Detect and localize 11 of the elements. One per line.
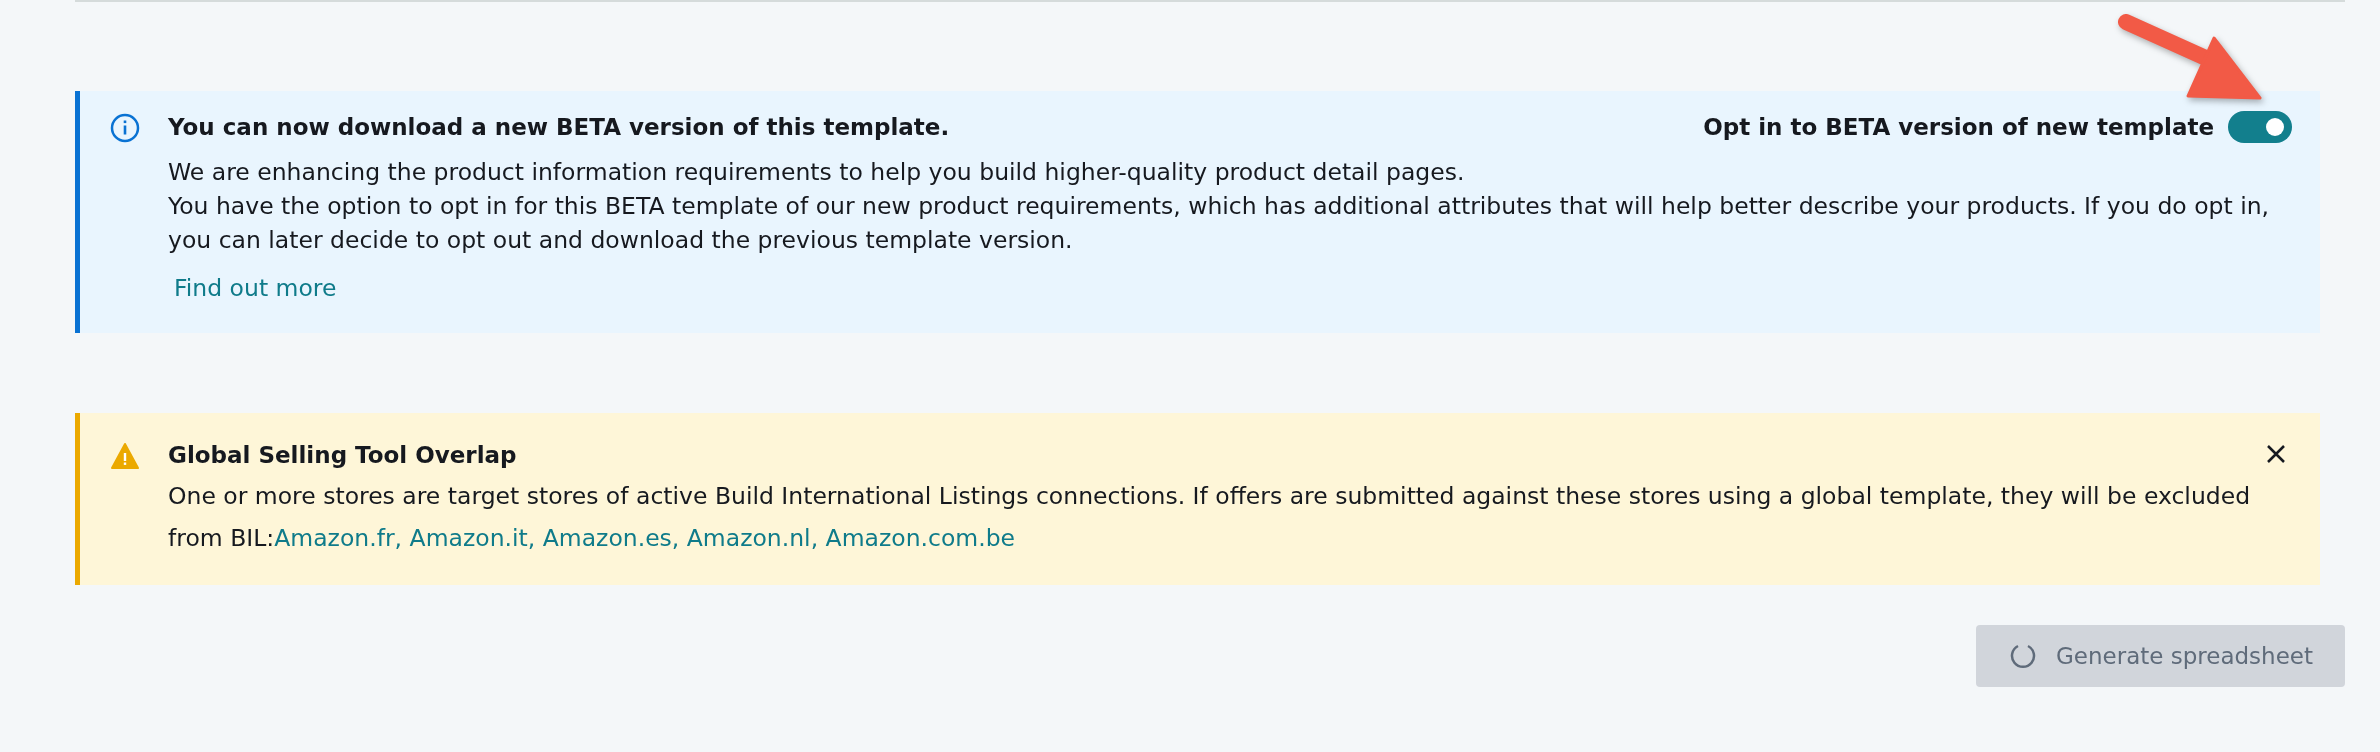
info-icon <box>110 113 140 143</box>
alert-text: One or more stores are target stores of active Build International Listings connections. If offers are submitted against these stores using a global template, they will be excluded from BIL:Amazon.fr, Amazon.it, Amazon.es, Amazon.nl, Amazon.com.be <box>168 482 2251 552</box>
toggle-switch[interactable] <box>2228 111 2292 143</box>
store-list-link[interactable]: Amazon.fr, Amazon.it, Amazon.es, Amazon.nl, Amazon.com.be <box>274 524 1016 552</box>
alert-title: You can now download a new BETA version of this template. <box>168 113 950 142</box>
toggle-label: Opt in to BETA version of new template <box>1703 114 2214 140</box>
alert-title: Global Selling Tool Overlap <box>168 441 517 470</box>
find-out-more-link[interactable]: Find out more <box>174 271 337 305</box>
alert-text: We are enhancing the product information requirements to help you build higher-quality product detail pages. <box>168 157 1466 188</box>
warning-icon <box>110 441 140 471</box>
alert-text: You have the option to opt in for this BETA template of our new product requirements, which has additional attributes that will help better describe your products. If you do opt in, you can later decide to opt out and download the previous template version. <box>168 191 2271 256</box>
